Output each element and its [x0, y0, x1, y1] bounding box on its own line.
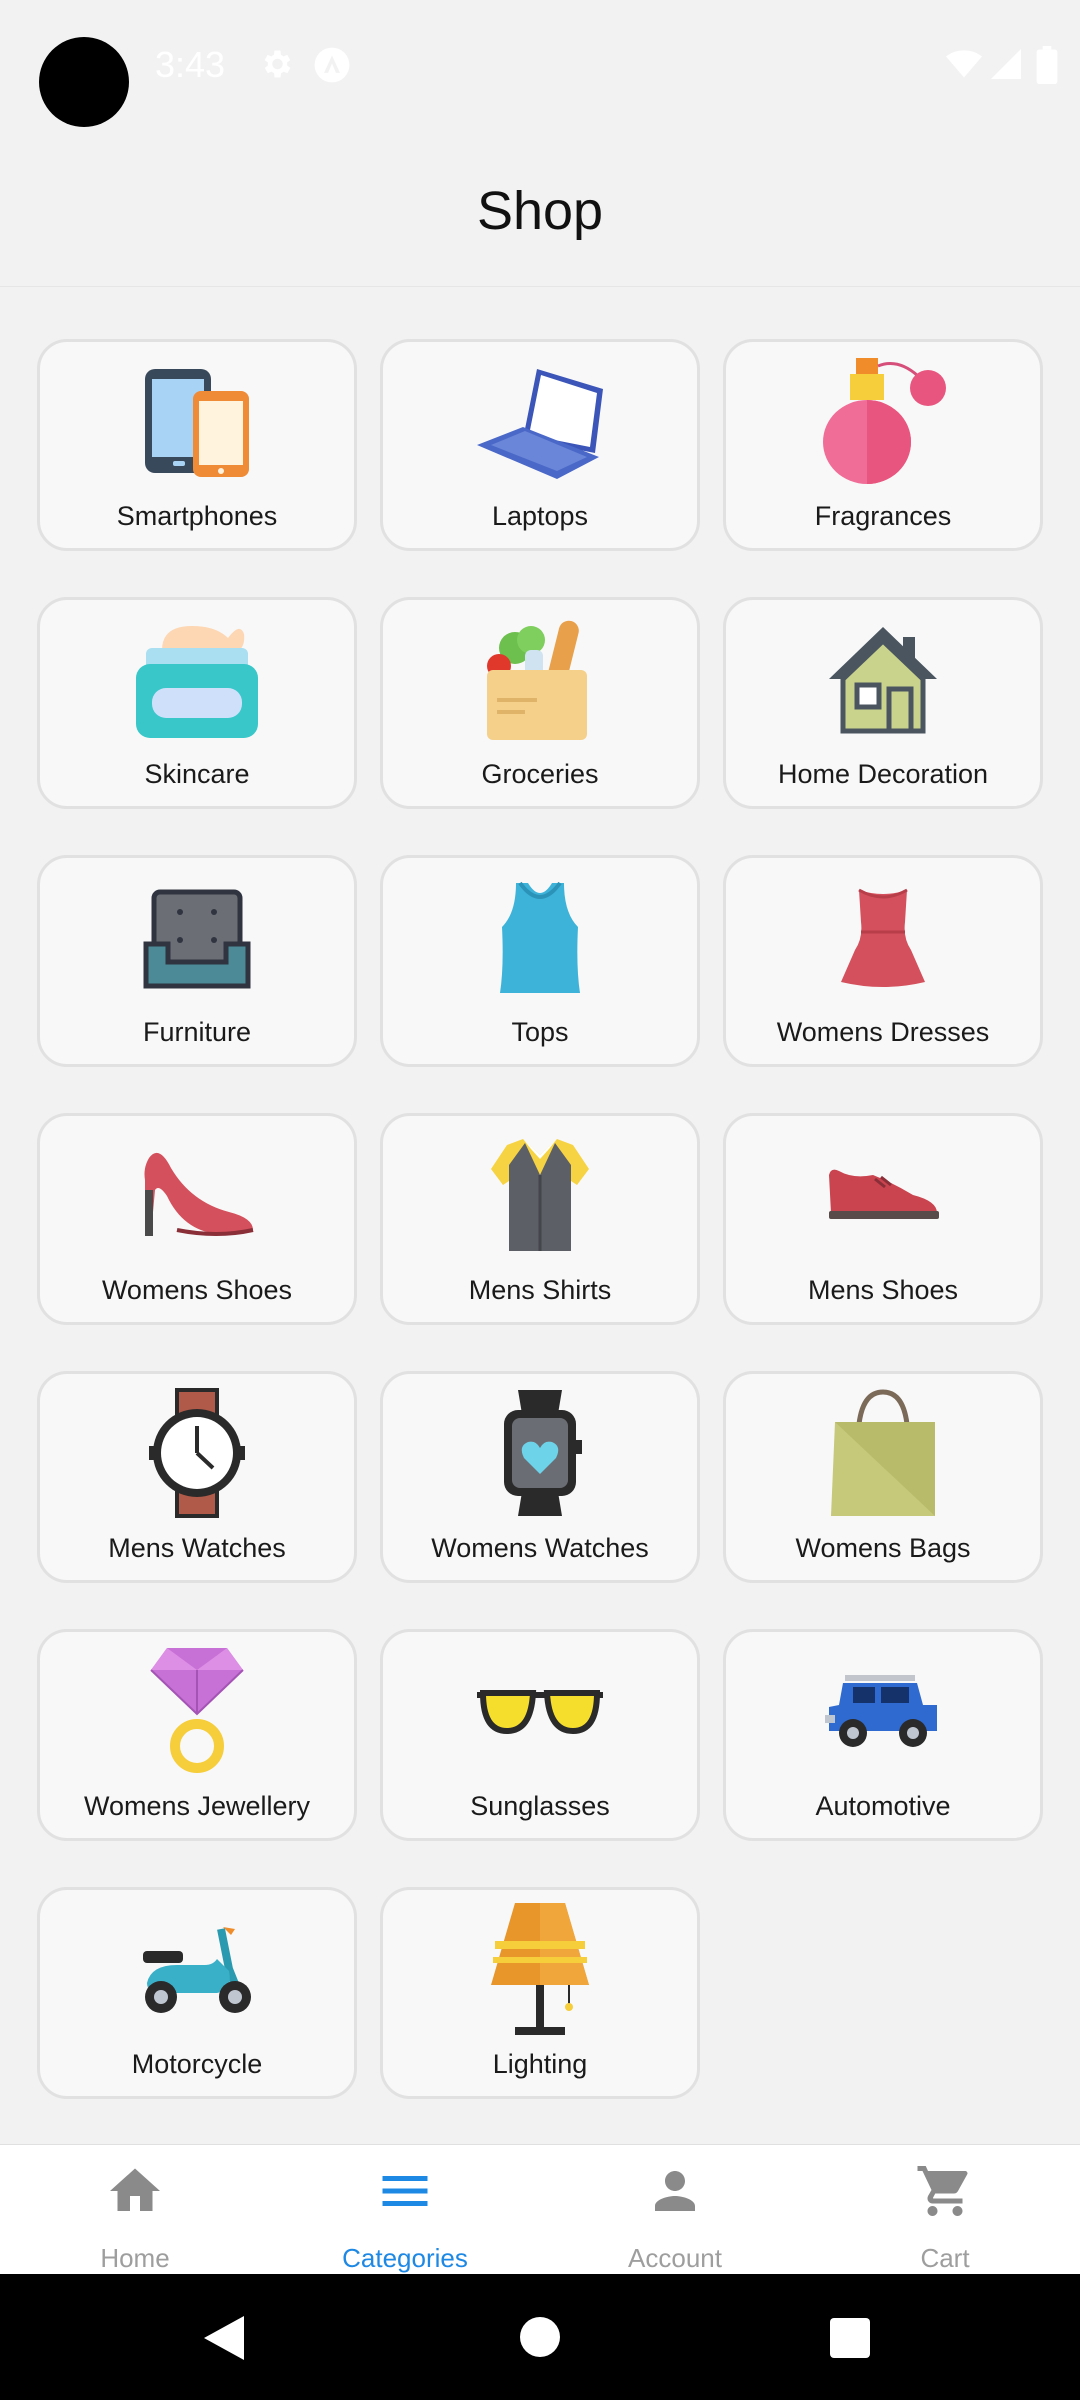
house-icon	[818, 614, 948, 744]
category-label: Skincare	[144, 759, 250, 789]
shopping-bag-icon	[818, 1388, 948, 1518]
diamond-ring-icon	[132, 1646, 262, 1776]
category-label: Groceries	[481, 759, 599, 789]
back-icon[interactable]	[204, 2316, 244, 2360]
category-card-smartphones[interactable]: Smartphones	[37, 339, 357, 551]
wristwatch-icon	[132, 1388, 262, 1518]
scooter-icon	[132, 1904, 262, 2034]
category-label: Womens Bags	[795, 1533, 971, 1563]
category-label: Womens Watches	[431, 1533, 649, 1563]
status-time: 3:43	[155, 44, 226, 85]
menu-icon	[382, 2176, 428, 2206]
mens-shoe-icon	[818, 1130, 948, 1260]
home-icon	[110, 2168, 160, 2211]
category-label: Lighting	[492, 2049, 588, 2079]
category-card-mens-watches[interactable]: Mens Watches	[37, 1371, 357, 1583]
category-label: Tops	[511, 1017, 569, 1047]
category-label: Womens Dresses	[776, 1017, 990, 1047]
dress-icon	[818, 872, 948, 1002]
category-card-womens-shoes[interactable]: Womens Shoes	[37, 1113, 357, 1325]
tab-label: Home	[100, 2243, 170, 2273]
tab-home[interactable]: Home	[0, 2145, 270, 2275]
smartphone-icon	[132, 356, 262, 486]
top-app-bar: Shop	[0, 140, 1080, 287]
jeep-icon	[818, 1646, 948, 1776]
page-title: Shop	[476, 181, 604, 241]
home-circle-icon[interactable]	[520, 2317, 560, 2357]
category-card-laptops[interactable]: Laptops	[380, 339, 700, 551]
category-label: Mens Shoes	[807, 1275, 959, 1305]
tab-account[interactable]: Account	[540, 2145, 810, 2275]
category-label: Mens Watches	[108, 1533, 286, 1563]
category-label: Smartphones	[116, 501, 278, 531]
battery-icon	[1036, 46, 1058, 84]
person-icon	[655, 2171, 695, 2211]
category-label: Sunglasses	[470, 1791, 610, 1821]
category-label: Home Decoration	[777, 759, 989, 789]
category-label: Mens Shirts	[468, 1275, 612, 1305]
category-card-fragrances[interactable]: Fragrances	[723, 339, 1043, 551]
category-card-automotive[interactable]: Automotive	[723, 1629, 1043, 1841]
category-label: Furniture	[142, 1017, 252, 1047]
tab-label: Cart	[920, 2243, 970, 2273]
category-label: Womens Shoes	[101, 1275, 293, 1305]
cream-jar-icon	[132, 614, 262, 744]
category-card-furniture[interactable]: Furniture	[37, 855, 357, 1067]
category-card-womens-jewellery[interactable]: Womens Jewellery	[37, 1629, 357, 1841]
category-card-mens-shirts[interactable]: Mens Shirts	[380, 1113, 700, 1325]
tab-label: Categories	[342, 2243, 468, 2273]
category-label: Motorcycle	[131, 2049, 263, 2079]
bottom-navigation: Home Categories Account Cart	[0, 2144, 1080, 2275]
app-notification-icon	[314, 47, 350, 83]
settings-icon	[264, 50, 291, 78]
tab-categories[interactable]: Categories	[270, 2145, 540, 2275]
high-heel-icon	[132, 1130, 262, 1260]
shirt-vest-icon	[475, 1130, 605, 1260]
camera-cutout	[39, 37, 129, 127]
category-card-womens-bags[interactable]: Womens Bags	[723, 1371, 1043, 1583]
laptop-icon	[475, 356, 605, 486]
category-card-womens-watches[interactable]: Womens Watches	[380, 1371, 700, 1583]
sunglasses-icon	[475, 1646, 605, 1776]
category-card-womens-dresses[interactable]: Womens Dresses	[723, 855, 1043, 1067]
category-label: Laptops	[491, 501, 589, 531]
wifi-icon	[946, 50, 982, 78]
category-card-tops[interactable]: Tops	[380, 855, 700, 1067]
category-label: Fragrances	[814, 501, 952, 531]
recents-square-icon[interactable]	[830, 2318, 870, 2358]
category-card-home-decoration[interactable]: Home Decoration	[723, 597, 1043, 809]
tank-top-icon	[475, 872, 605, 1002]
perfume-icon	[818, 356, 948, 486]
category-card-lighting[interactable]: Lighting	[380, 1887, 700, 2099]
category-label: Womens Jewellery	[83, 1791, 311, 1821]
tab-cart[interactable]: Cart	[810, 2145, 1080, 2275]
armchair-icon	[132, 872, 262, 1002]
tab-label: Account	[628, 2243, 722, 2273]
signal-icon	[991, 49, 1021, 79]
status-bar: 3:43	[0, 0, 1080, 140]
category-card-sunglasses[interactable]: Sunglasses	[380, 1629, 700, 1841]
category-label: Automotive	[815, 1791, 951, 1821]
grocery-bag-icon	[475, 614, 605, 744]
cart-icon	[917, 2166, 968, 2216]
floor-lamp-icon	[475, 1903, 605, 2035]
system-navigation-bar	[0, 2274, 1080, 2400]
category-card-skincare[interactable]: Skincare	[37, 597, 357, 809]
category-card-groceries[interactable]: Groceries	[380, 597, 700, 809]
category-card-mens-shoes[interactable]: Mens Shoes	[723, 1113, 1043, 1325]
smartwatch-icon	[475, 1388, 605, 1518]
category-card-motorcycle[interactable]: Motorcycle	[37, 1887, 357, 2099]
